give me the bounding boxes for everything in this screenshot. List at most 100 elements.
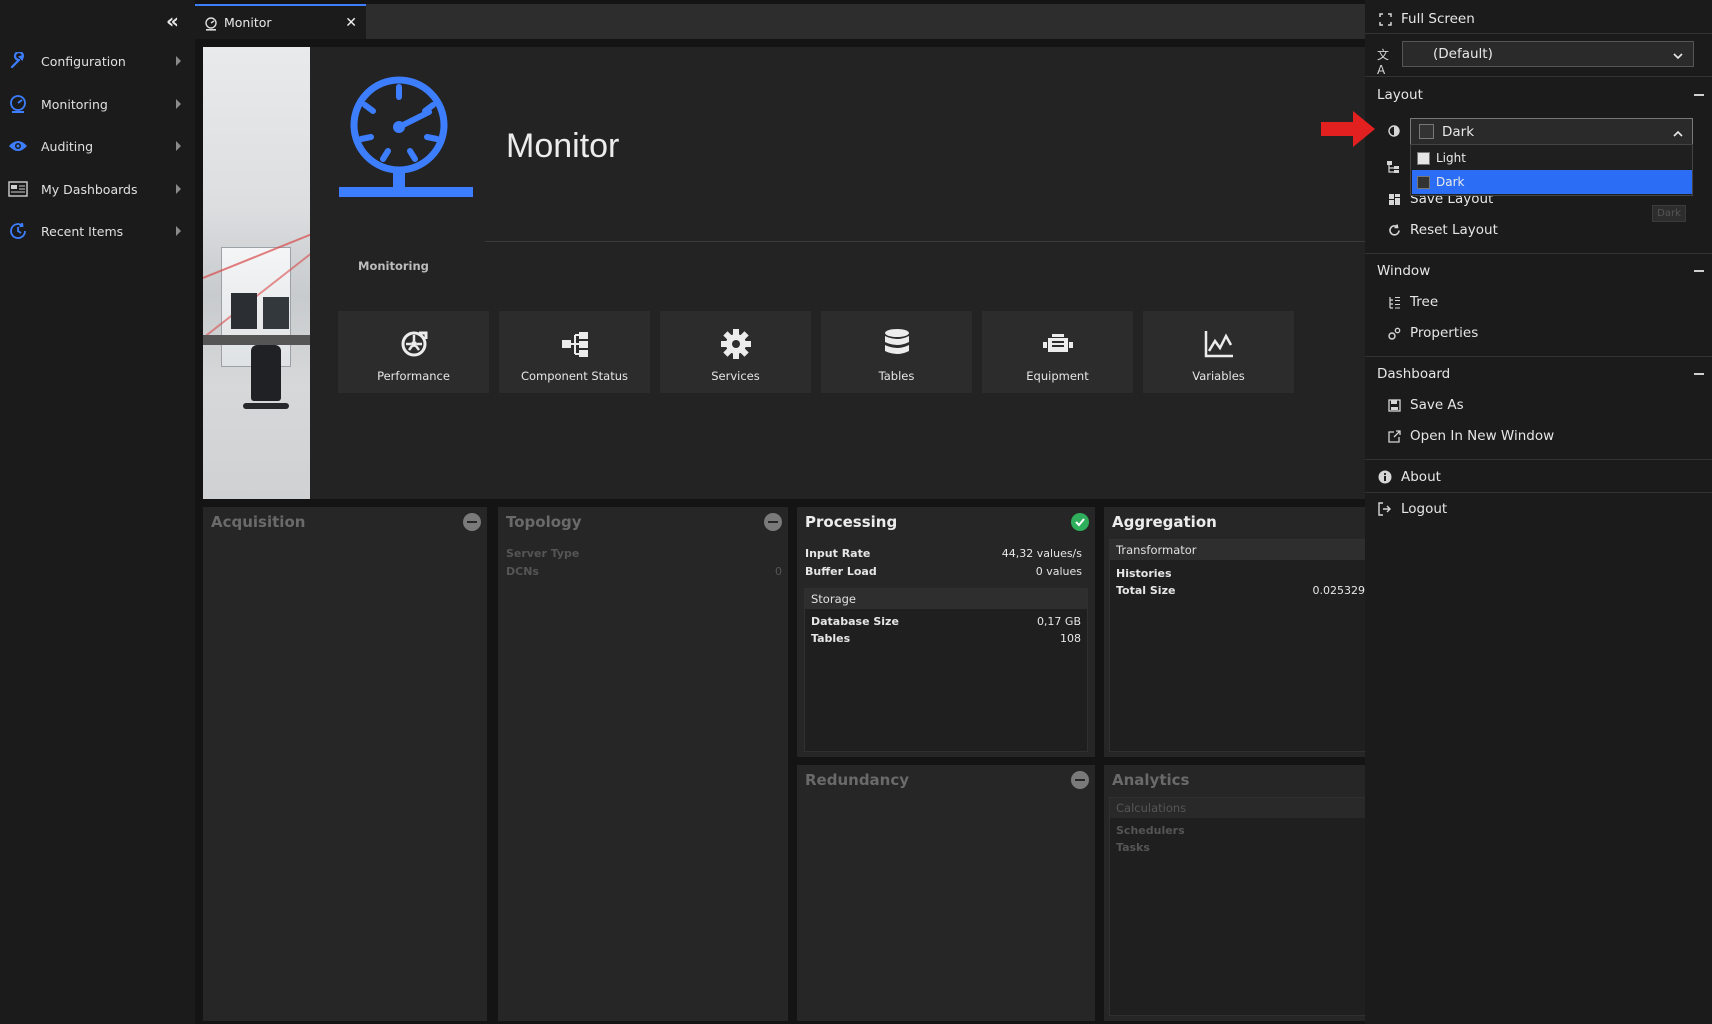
layout-section-header[interactable]: Layout — [1365, 84, 1712, 106]
open-new-window-label: Open In New Window — [1410, 428, 1555, 444]
tile-performance[interactable]: Performance — [338, 311, 489, 393]
tree-layout-icon — [1386, 159, 1402, 175]
database-icon — [880, 327, 914, 361]
kv-row: DCNs 0 — [506, 565, 782, 579]
dashboard-section-header[interactable]: Dashboard — [1365, 363, 1712, 385]
full-screen-label: Full Screen — [1401, 11, 1475, 27]
dark-swatch — [1417, 175, 1430, 189]
tile-label: Performance — [377, 369, 450, 383]
language-select-value: (Default) — [1433, 46, 1493, 62]
sidebar-item-label: Configuration — [41, 53, 126, 69]
collapse-sidebar-icon[interactable]: « — [166, 11, 186, 32]
minus-status-icon — [764, 513, 782, 531]
tile-label: Variables — [1192, 369, 1245, 383]
kv-key: Schedulers — [1116, 824, 1185, 837]
card-aggregation: Aggregation Transformator Histories Tota… — [1104, 507, 1366, 757]
tile-services[interactable]: Services — [660, 311, 811, 393]
card-title: Acquisition — [211, 513, 306, 531]
full-screen-button[interactable]: Full Screen — [1365, 10, 1712, 28]
chevron-right-icon — [176, 56, 181, 66]
transformator-title: Transformator — [1110, 540, 1365, 560]
reset-icon — [1386, 222, 1402, 238]
kv-key: Tables — [811, 632, 851, 645]
theme-icon — [1387, 123, 1403, 139]
kv-row: Tables 108 — [811, 632, 1081, 646]
tree-icon — [1386, 294, 1402, 310]
chevron-right-icon — [176, 226, 181, 236]
sidebar-item-configuration[interactable]: Configuration — [0, 43, 195, 79]
window-section-header[interactable]: Window — [1365, 260, 1712, 282]
page-title: Monitor — [506, 127, 620, 165]
divider — [1365, 76, 1712, 77]
sidebar-item-auditing[interactable]: Auditing — [0, 128, 195, 164]
check-status-icon — [1071, 513, 1089, 531]
card-redundancy: Redundancy — [797, 765, 1095, 1021]
reset-layout-button[interactable]: Reset Layout — [1365, 221, 1712, 239]
card-topology: Topology Server Type DCNs 0 — [498, 507, 788, 1021]
collapse-minus-icon — [1694, 373, 1704, 375]
tab-monitor[interactable]: Monitor ✕ — [195, 4, 366, 39]
dark-swatch — [1419, 124, 1434, 139]
kv-row: Buffer Load 0 values — [805, 565, 1082, 579]
close-icon[interactable]: ✕ — [345, 15, 357, 31]
storage-title: Storage — [805, 589, 1087, 609]
divider — [1365, 492, 1712, 493]
kv-key: Total Size — [1116, 584, 1176, 597]
light-swatch — [1417, 151, 1430, 165]
tile-tables[interactable]: Tables — [821, 311, 972, 393]
tab-label: Monitor — [224, 15, 272, 30]
logout-button[interactable]: Logout — [1365, 500, 1712, 518]
about-button[interactable]: About — [1365, 468, 1712, 486]
tile-label: Tables — [878, 369, 915, 383]
logout-icon — [1377, 501, 1393, 517]
open-new-window-button[interactable]: Open In New Window — [1365, 427, 1712, 445]
tile-component-status[interactable]: Component Status — [499, 311, 650, 393]
storage-panel: Storage Database Size 0,17 GB Tables 108 — [804, 588, 1088, 752]
kv-key: DCNs — [506, 565, 539, 578]
hierarchy-icon — [558, 327, 592, 361]
card-processing: Processing Input Rate 44,32 values/s Buf… — [797, 507, 1095, 757]
option-label: Dark — [1436, 175, 1465, 189]
chevron-up-icon — [1673, 122, 1683, 141]
card-title: Topology — [506, 513, 582, 531]
about-label: About — [1401, 469, 1441, 485]
transformator-panel: Transformator Histories Total Size 0.025… — [1109, 539, 1366, 752]
tile-equipment[interactable]: Equipment — [982, 311, 1133, 393]
red-arrow-icon — [1321, 111, 1375, 147]
tile-variables[interactable]: Variables — [1143, 311, 1294, 393]
tab-bar: Monitor ✕ — [195, 4, 1365, 39]
tree-button[interactable]: Tree — [1365, 293, 1712, 311]
calculations-panel: Calculations Schedulers Tasks — [1109, 797, 1365, 1016]
save-as-button[interactable]: Save As — [1365, 396, 1712, 414]
language-select[interactable]: (Default) — [1402, 41, 1694, 67]
card-title: Redundancy — [805, 771, 910, 789]
minus-status-icon — [463, 513, 481, 531]
chevron-right-icon — [176, 99, 181, 109]
kv-row: Database Size 0,17 GB — [811, 615, 1081, 629]
card-analytics: Analytics Calculations Schedulers Tasks — [1104, 765, 1365, 1021]
tree-label: Tree — [1410, 294, 1439, 310]
sidebar-item-monitoring[interactable]: Monitoring — [0, 86, 195, 122]
minus-status-icon — [1071, 771, 1089, 789]
theme-option-dark[interactable]: Dark — [1412, 170, 1692, 194]
kv-row: Histories — [1116, 567, 1366, 581]
eye-icon — [7, 135, 29, 157]
properties-label: Properties — [1410, 325, 1479, 341]
kv-key: Histories — [1116, 567, 1172, 580]
chevron-down-icon — [1673, 45, 1683, 64]
engine-icon — [1041, 327, 1075, 361]
card-title: Analytics — [1112, 771, 1190, 789]
theme-option-light[interactable]: Light — [1412, 146, 1692, 170]
sidebar-item-my-dashboards[interactable]: My Dashboards — [0, 171, 195, 207]
dashboard-icon — [7, 178, 29, 200]
sidebar-item-recent-items[interactable]: Recent Items — [0, 213, 195, 249]
kv-key: Tasks — [1116, 841, 1150, 854]
tile-label: Equipment — [1026, 369, 1089, 383]
kv-value: 108 — [1060, 632, 1081, 645]
tooltip: Dark — [1652, 205, 1686, 222]
theme-select[interactable]: Dark — [1410, 118, 1693, 145]
properties-button[interactable]: Properties — [1365, 324, 1712, 342]
monitor-hero-panel: Monitor Monitoring Performance Component… — [203, 47, 1365, 499]
sidebar-item-label: Recent Items — [41, 223, 124, 239]
kv-key: Server Type — [506, 547, 580, 560]
